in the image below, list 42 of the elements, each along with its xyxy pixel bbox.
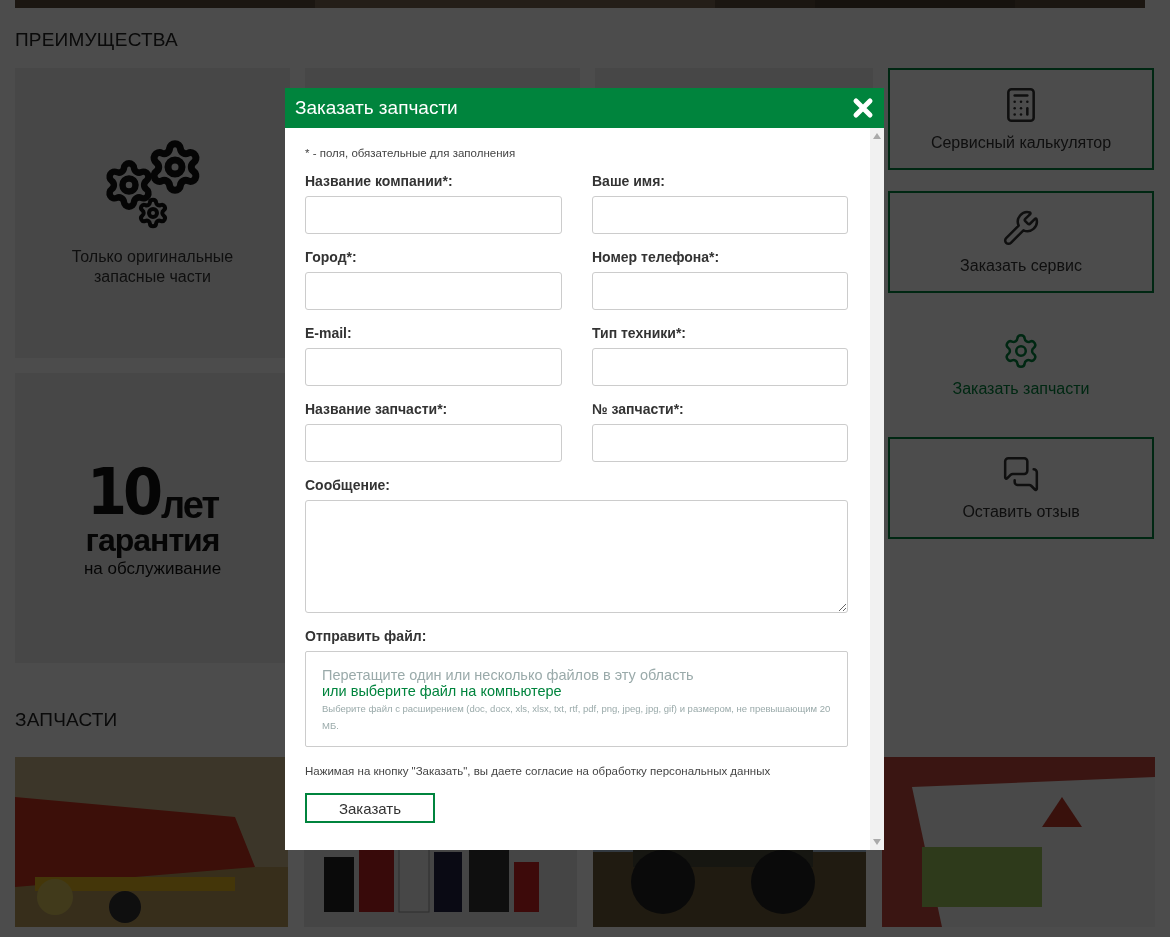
field-label: Сообщение: <box>305 477 391 493</box>
input-field[interactable] <box>592 272 848 310</box>
warranty-caption: на обслуживание <box>83 559 222 577</box>
warranty-unit: лет <box>161 485 218 524</box>
input-field[interactable] <box>592 424 848 462</box>
section-heading: ПРЕИМУЩЕСТВА <box>15 29 178 51</box>
consent-text: Нажимая на кнопку "Заказать", вы даете согласие на обработку персональных данных <box>305 765 772 777</box>
field-label: Тип техники*: <box>592 325 687 341</box>
dialog-title: Заказать запчасти <box>295 97 458 119</box>
field-label: Название компании*: <box>305 173 454 189</box>
required-note: * - поля, обязательные для заполнения <box>305 147 517 159</box>
scroll-down-icon[interactable] <box>873 839 881 845</box>
submit-button[interactable]: Заказать <box>305 793 435 823</box>
message-field[interactable] <box>305 500 848 613</box>
close-button[interactable] <box>852 97 874 119</box>
field-label: E-mail: <box>305 325 353 341</box>
input-field[interactable] <box>592 348 848 386</box>
section-heading: ЗАПЧАСТИ <box>15 709 118 731</box>
action-label: Заказать сервис <box>960 257 1082 275</box>
action-label: Сервисный калькулятор <box>930 134 1112 152</box>
scroll-up-icon[interactable] <box>873 133 881 139</box>
input-field[interactable] <box>305 196 562 234</box>
field-label: Номер телефона*: <box>592 249 721 265</box>
input-field[interactable] <box>305 348 562 386</box>
choose-file-link[interactable]: или выберите файл на компьютере <box>322 683 831 699</box>
drop-text: Перетащите один или несколько файлов в эту область <box>322 667 695 683</box>
field-label: Название запчасти*: <box>305 401 449 417</box>
field-label: Город*: <box>305 249 358 265</box>
advantage-text: Только оригинальные запасные части <box>70 247 235 287</box>
file-hint: Выберите файл с расширением (doc, docx, xls, xlsx, txt, rtf, pdf, png, jpeg, jpg, gif) и размером, не превышающим 20 МБ. <box>322 702 831 733</box>
input-field[interactable] <box>305 424 562 462</box>
file-drop-zone[interactable] <box>305 651 848 747</box>
warranty-number: 10 <box>87 459 160 524</box>
input-field[interactable] <box>305 272 562 310</box>
action-label: Заказать запчасти <box>952 380 1090 398</box>
scrollbar[interactable] <box>870 128 884 850</box>
action-label: Оставить отзыв <box>962 503 1080 521</box>
field-label: № запчасти*: <box>592 401 685 417</box>
input-field[interactable] <box>592 196 848 234</box>
warranty-word: гарантия <box>85 523 220 556</box>
field-label: Отправить файл: <box>305 628 428 644</box>
field-label: Ваше имя: <box>592 173 667 189</box>
